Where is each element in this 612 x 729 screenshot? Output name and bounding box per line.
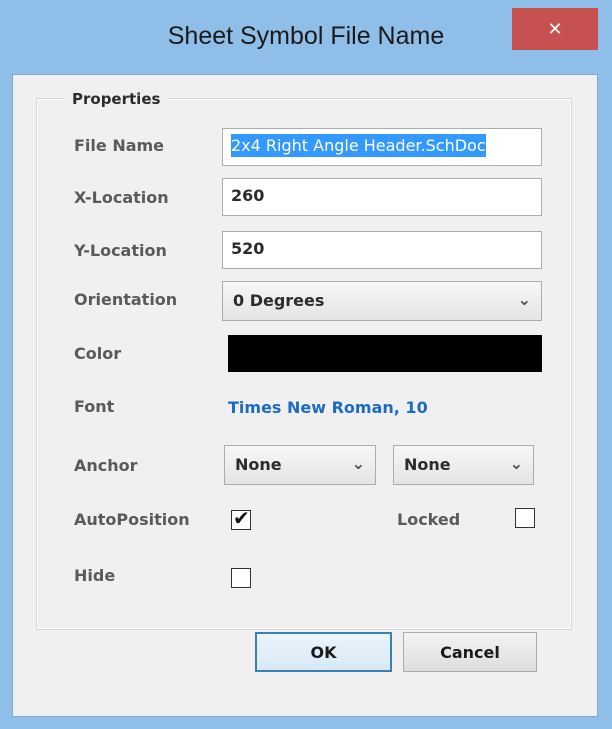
hide-checkbox[interactable] <box>231 568 251 588</box>
locked-label: Locked <box>397 510 461 529</box>
dialog-window: Sheet Symbol File Name ✕ Properties File… <box>0 0 612 729</box>
anchor-vertical-dropdown[interactable]: None ⌄ <box>393 445 534 485</box>
file-name-label: File Name <box>74 136 165 155</box>
autoposition-label: AutoPosition <box>74 510 190 529</box>
anchor-horizontal-value: None <box>235 455 282 474</box>
file-name-value: 2x4 Right Angle Header.SchDoc <box>231 134 486 157</box>
y-location-field[interactable]: 520 <box>222 231 542 269</box>
anchor-vertical-value: None <box>404 455 451 474</box>
orientation-value: 0 Degrees <box>233 291 325 310</box>
x-location-field[interactable]: 260 <box>222 178 542 216</box>
close-button[interactable]: ✕ <box>512 8 598 50</box>
anchor-label: Anchor <box>74 456 138 475</box>
font-link[interactable]: Times New Roman, 10 <box>228 398 428 417</box>
chevron-down-icon: ⌄ <box>517 290 531 309</box>
chevron-down-icon: ⌄ <box>351 454 365 473</box>
y-location-label: Y-Location <box>74 241 167 260</box>
ok-button[interactable]: OK <box>255 632 392 672</box>
close-icon: ✕ <box>547 18 563 40</box>
locked-checkbox[interactable] <box>515 508 535 528</box>
color-swatch[interactable] <box>228 335 542 372</box>
file-name-field[interactable]: 2x4 Right Angle Header.SchDoc <box>222 128 542 166</box>
title-bar[interactable]: Sheet Symbol File Name ✕ <box>0 0 612 80</box>
orientation-dropdown[interactable]: 0 Degrees ⌄ <box>222 281 542 321</box>
properties-group-label: Properties <box>64 90 169 108</box>
color-label: Color <box>74 344 122 363</box>
x-location-label: X-Location <box>74 188 169 207</box>
orientation-label: Orientation <box>74 290 178 309</box>
autoposition-checkbox[interactable]: ✔ <box>231 506 251 530</box>
font-label: Font <box>74 397 115 416</box>
cancel-button[interactable]: Cancel <box>403 632 537 672</box>
checkmark-icon: ✔ <box>233 506 250 530</box>
hide-label: Hide <box>74 566 116 585</box>
chevron-down-icon: ⌄ <box>509 454 523 473</box>
anchor-horizontal-dropdown[interactable]: None ⌄ <box>224 445 376 485</box>
